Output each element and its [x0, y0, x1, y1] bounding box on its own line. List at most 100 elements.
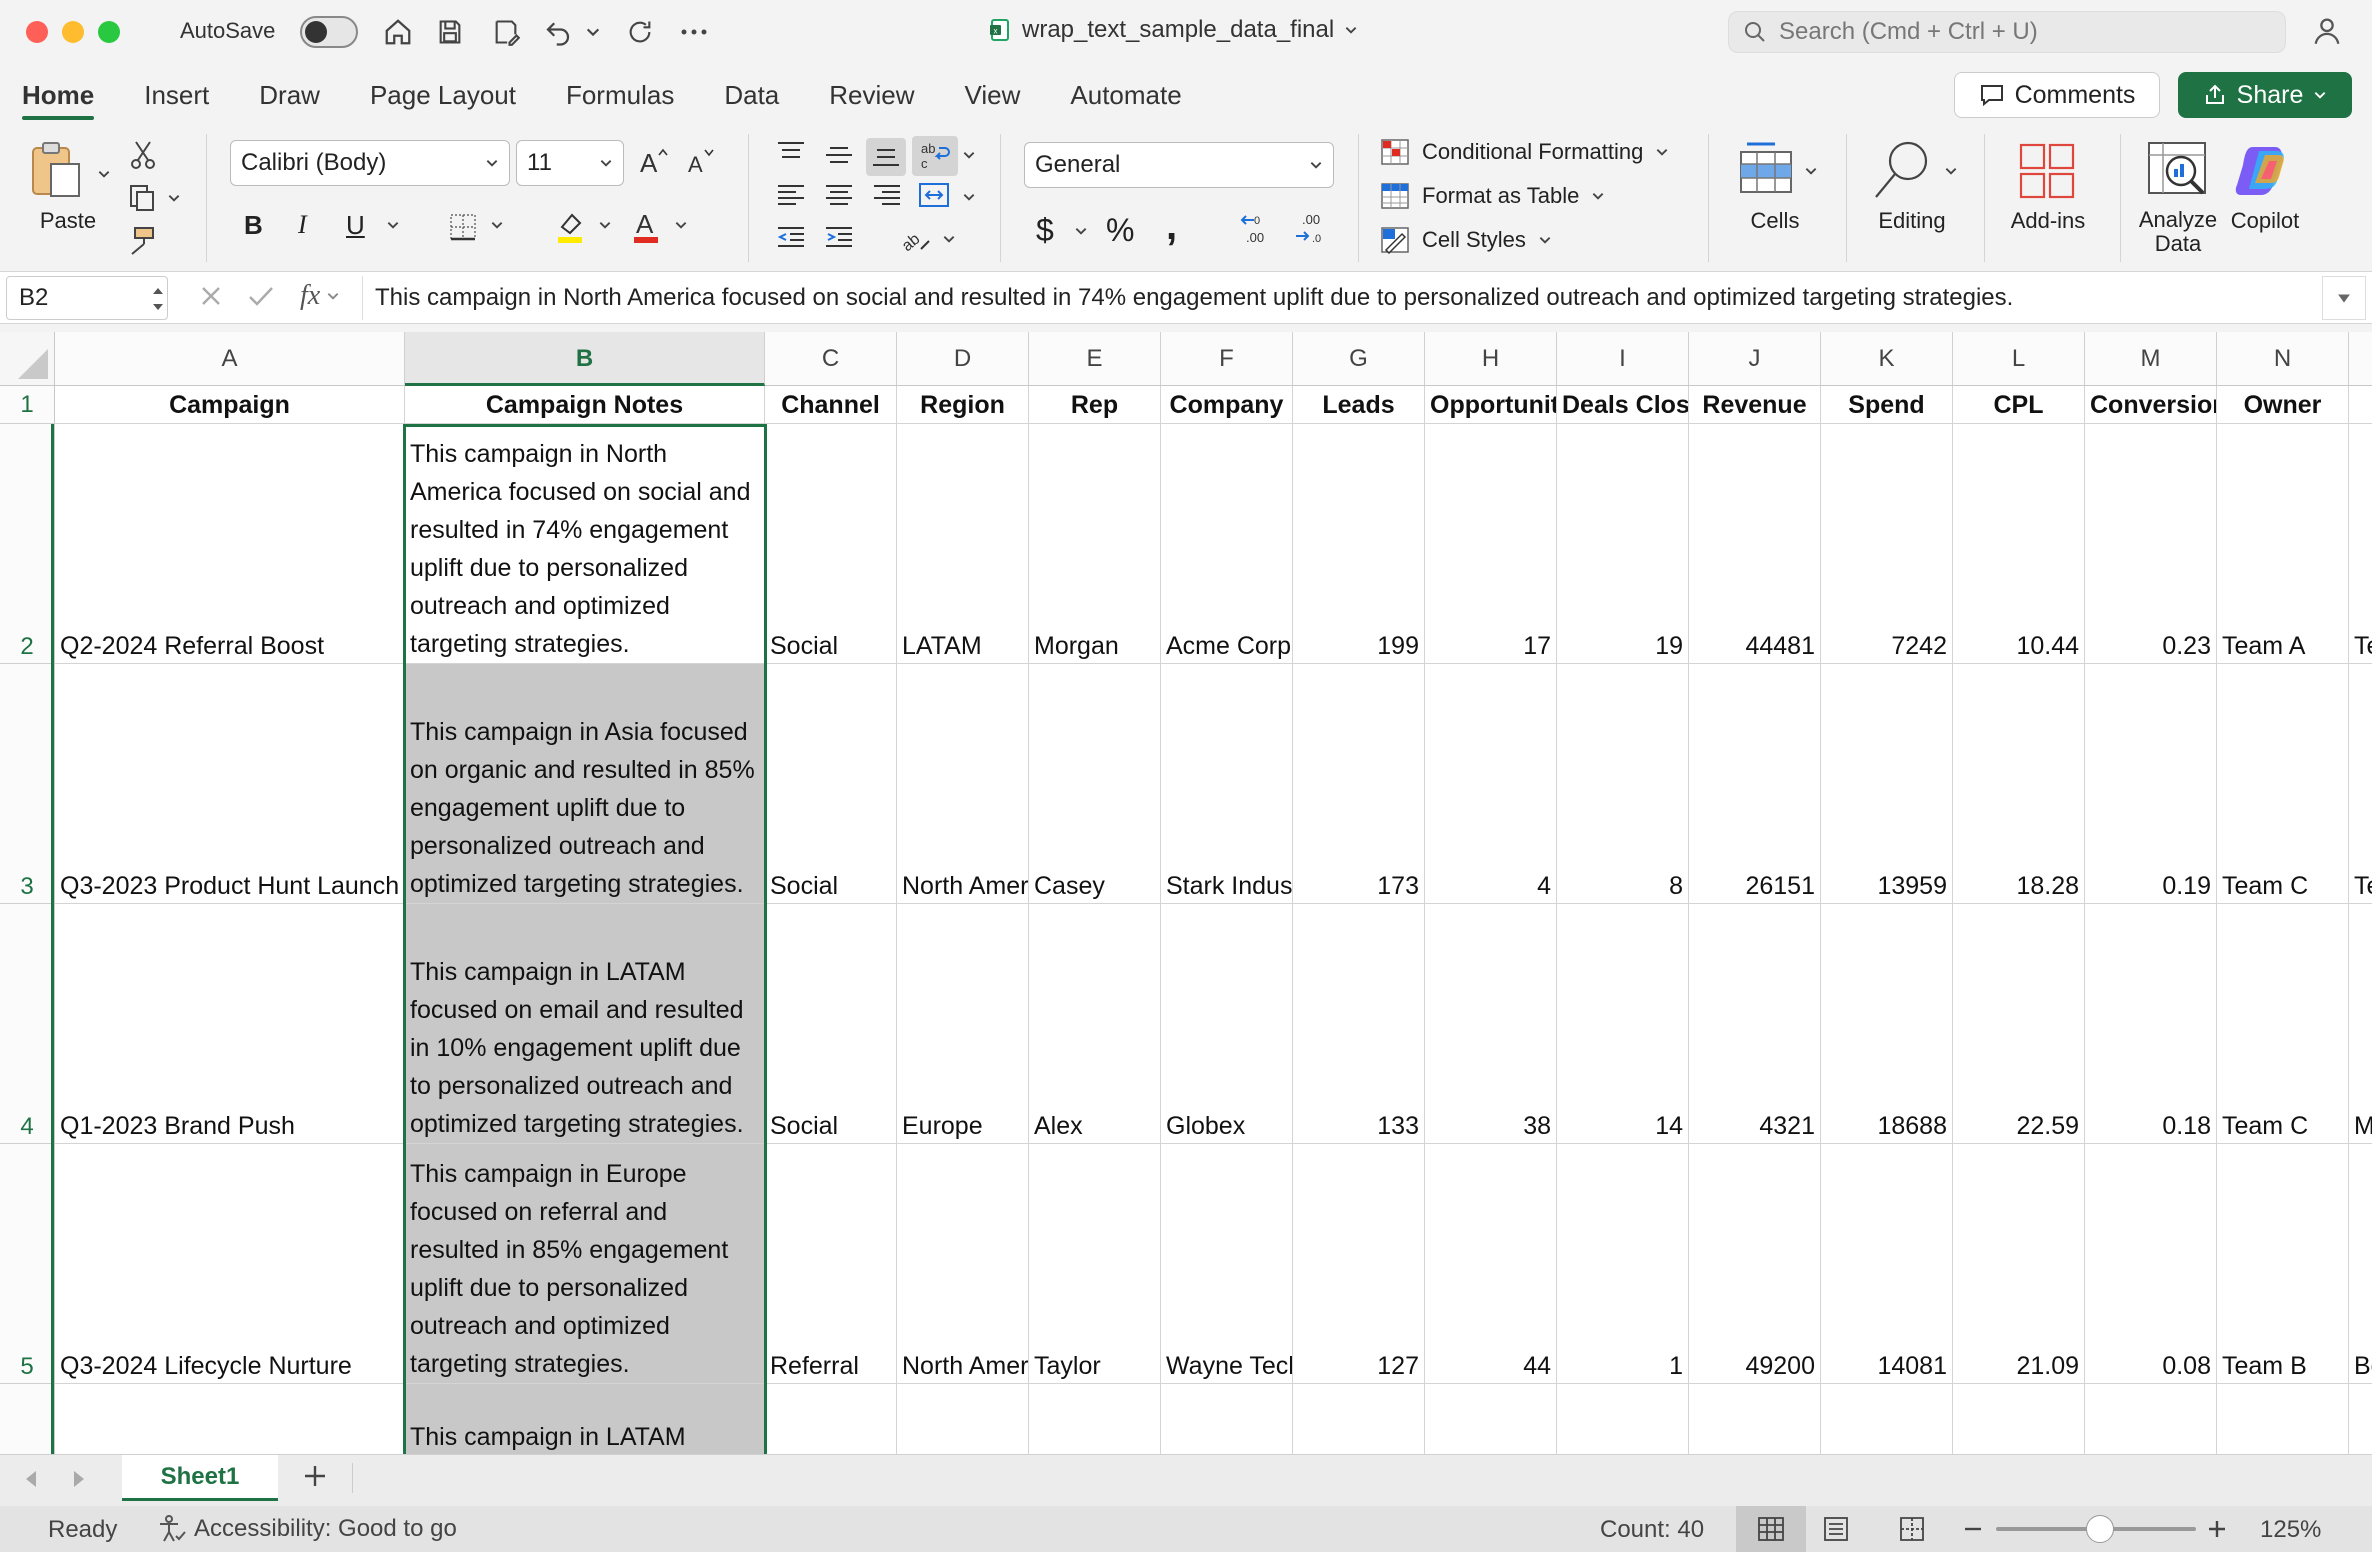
cell-K6[interactable] — [1821, 1384, 1953, 1454]
row-header-5[interactable]: 5 — [0, 1144, 55, 1384]
align-bottom-icon[interactable] — [866, 138, 906, 176]
column-header-n[interactable]: N — [2217, 332, 2349, 386]
cell-C3[interactable]: Social — [765, 664, 897, 904]
cell-J3[interactable]: 26151 — [1689, 664, 1821, 904]
increase-font-size-icon[interactable]: A — [636, 144, 670, 180]
column-header-k[interactable]: K — [1821, 332, 1953, 386]
currency-format-button[interactable]: $ — [1036, 212, 1054, 249]
column-header-l[interactable]: L — [1953, 332, 2085, 386]
paste-dropdown-chevron-icon[interactable] — [94, 164, 114, 184]
column-header-i[interactable]: I — [1557, 332, 1689, 386]
header-cell-K[interactable]: Spend — [1821, 386, 1953, 424]
merge-dropdown-chevron-icon[interactable] — [960, 188, 978, 206]
expand-formula-bar-icon[interactable] — [2322, 276, 2366, 320]
cell-H3[interactable]: 4 — [1425, 664, 1557, 904]
cell-D5[interactable]: North America — [897, 1144, 1029, 1384]
zoom-slider-thumb[interactable] — [2086, 1515, 2114, 1543]
column-header-d[interactable]: D — [897, 332, 1029, 386]
cell-I4[interactable]: 14 — [1557, 904, 1689, 1144]
header-cell-E[interactable]: Rep — [1029, 386, 1161, 424]
cell-F5[interactable]: Wayne Tech — [1161, 1144, 1293, 1384]
decrease-decimal-icon[interactable]: .00 .0 — [1290, 210, 1330, 248]
cell-styles-button[interactable]: Cell Styles — [1380, 226, 1552, 254]
row-header-6[interactable]: 6 — [0, 1384, 55, 1454]
cell-O3[interactable]: Te — [2349, 664, 2372, 904]
italic-button[interactable]: I — [298, 210, 307, 240]
cell-C6[interactable] — [765, 1384, 897, 1454]
cell-H5[interactable]: 44 — [1425, 1144, 1557, 1384]
cell-O4[interactable]: M — [2349, 904, 2372, 1144]
currency-dropdown-chevron-icon[interactable] — [1072, 222, 1090, 240]
cell-D6[interactable] — [897, 1384, 1029, 1454]
align-left-icon[interactable] — [772, 178, 810, 212]
cell-N3[interactable]: Team C — [2217, 664, 2349, 904]
paste-icon[interactable] — [28, 140, 84, 200]
column-header-g[interactable]: G — [1293, 332, 1425, 386]
number-format-select[interactable]: General — [1024, 142, 1334, 188]
cell-B4[interactable]: This campaign in LATAM focused on email … — [405, 904, 765, 1144]
editing-icon[interactable] — [1866, 134, 1940, 206]
cell-A6[interactable] — [55, 1384, 405, 1454]
cell-L5[interactable]: 21.09 — [1953, 1144, 2085, 1384]
save-icon[interactable] — [432, 14, 468, 50]
header-cell-I[interactable]: Deals Closed — [1557, 386, 1689, 424]
row-header-1[interactable]: 1 — [0, 386, 55, 424]
cell-K3[interactable]: 13959 — [1821, 664, 1953, 904]
analyze-data-icon[interactable] — [2140, 134, 2216, 206]
zoom-out-icon[interactable] — [1962, 1516, 1984, 1549]
header-cell-N[interactable]: Owner — [2217, 386, 2349, 424]
cell-F3[interactable]: Stark Industries — [1161, 664, 1293, 904]
font-name-select[interactable]: Calibri (Body) — [230, 140, 510, 186]
wrap-text-dropdown-chevron-icon[interactable] — [960, 146, 978, 164]
increase-decimal-icon[interactable]: 0.00 — [1236, 210, 1276, 248]
cell-N4[interactable]: Team C — [2217, 904, 2349, 1144]
cell-G5[interactable]: 127 — [1293, 1144, 1425, 1384]
cell-N2[interactable]: Team A — [2217, 424, 2349, 664]
format-as-table-button[interactable]: Format as Table — [1380, 182, 1605, 210]
cell-A3[interactable]: Q3-2023 Product Hunt Launch — [55, 664, 405, 904]
cell-K2[interactable]: 7242 — [1821, 424, 1953, 664]
decrease-font-size-icon[interactable]: A — [684, 144, 718, 180]
bold-button[interactable]: B — [244, 210, 263, 241]
tab-automate[interactable]: Automate — [1070, 64, 1181, 126]
row-header-3[interactable]: 3 — [0, 664, 55, 904]
font-color-icon[interactable]: A — [628, 208, 664, 246]
align-center-icon[interactable] — [820, 178, 858, 212]
cell-O5[interactable]: Bo — [2349, 1144, 2372, 1384]
cell-F6[interactable] — [1161, 1384, 1293, 1454]
copilot-icon[interactable] — [2232, 138, 2298, 204]
formula-input[interactable]: This campaign in North America focused o… — [362, 276, 2328, 320]
cell-F4[interactable]: Globex — [1161, 904, 1293, 1144]
cell-N5[interactable]: Team B — [2217, 1144, 2349, 1384]
font-size-select[interactable]: 11 — [516, 140, 624, 186]
normal-view-icon[interactable] — [1736, 1506, 1806, 1552]
scroll-sheets-left-icon[interactable] — [22, 1469, 40, 1494]
cell-K5[interactable]: 14081 — [1821, 1144, 1953, 1384]
header-cell-J[interactable]: Revenue — [1689, 386, 1821, 424]
column-header-b[interactable]: B — [405, 332, 765, 386]
insert-function-icon[interactable]: fx — [300, 280, 320, 312]
cell-G4[interactable]: 133 — [1293, 904, 1425, 1144]
more-options-icon[interactable] — [676, 14, 712, 50]
copy-dropdown-chevron-icon[interactable] — [164, 188, 184, 208]
save-as-icon[interactable] — [488, 14, 524, 50]
page-layout-view-icon[interactable] — [1822, 1516, 1850, 1549]
underline-button[interactable]: U — [346, 210, 365, 241]
cell-K4[interactable]: 18688 — [1821, 904, 1953, 1144]
addins-icon[interactable] — [2012, 138, 2082, 204]
tab-home[interactable]: Home — [22, 64, 95, 126]
cell-L2[interactable]: 10.44 — [1953, 424, 2085, 664]
format-painter-icon[interactable] — [124, 224, 160, 258]
zoom-slider[interactable] — [1996, 1515, 2196, 1543]
tab-data[interactable]: Data — [724, 64, 779, 126]
cell-O6[interactable] — [2349, 1384, 2372, 1454]
header-cell-D[interactable]: Region — [897, 386, 1029, 424]
scroll-sheets-right-icon[interactable] — [70, 1469, 88, 1494]
document-title[interactable]: x wrap_text_sample_data_final — [990, 16, 1358, 44]
cell-D2[interactable]: LATAM — [897, 424, 1029, 664]
orientation-icon[interactable]: ab — [896, 220, 936, 256]
column-header-m[interactable]: M — [2085, 332, 2217, 386]
cells-dropdown-chevron-icon[interactable] — [1802, 162, 1820, 180]
cell-M4[interactable]: 0.18 — [2085, 904, 2217, 1144]
cell-G3[interactable]: 173 — [1293, 664, 1425, 904]
